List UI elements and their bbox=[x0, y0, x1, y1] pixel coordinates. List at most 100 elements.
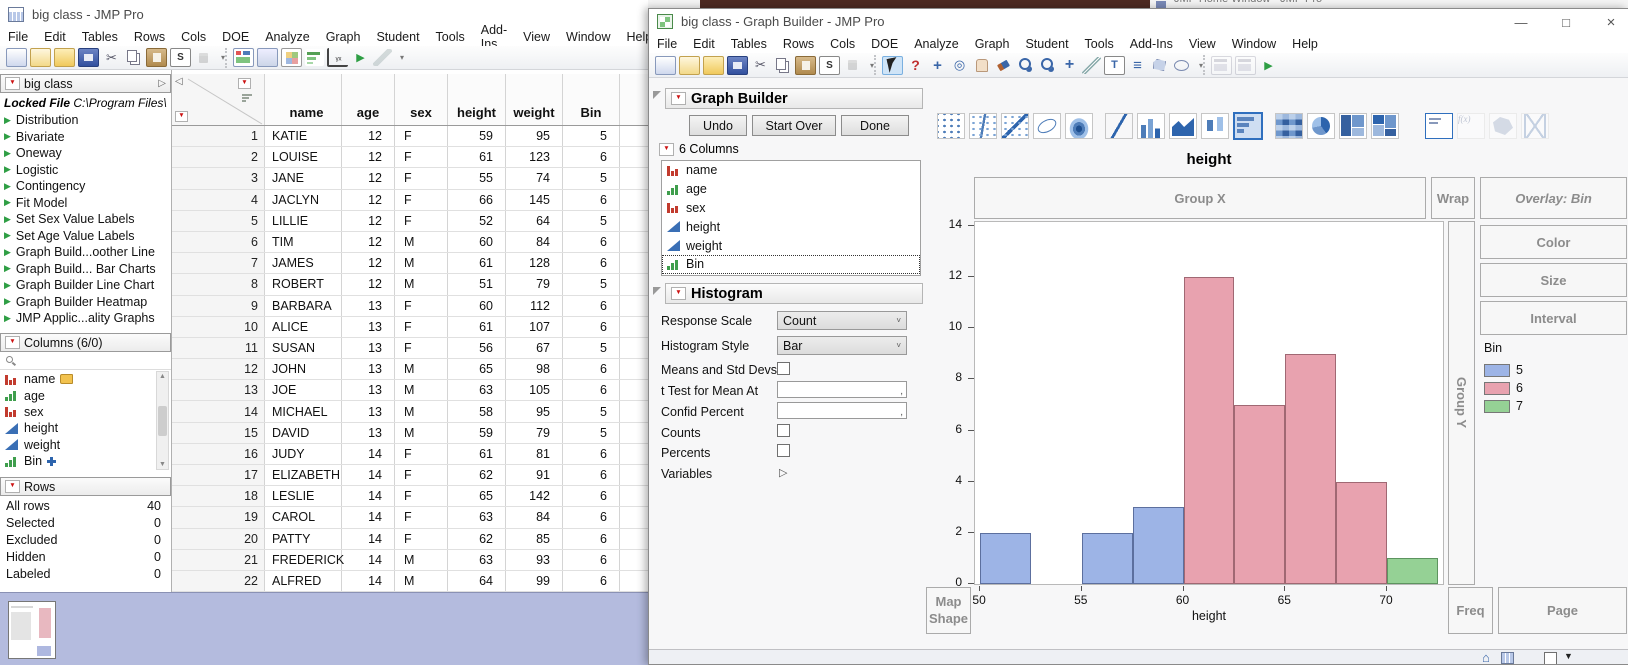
legend-row[interactable]: 6 bbox=[1484, 379, 1624, 397]
toolbar-icon[interactable] bbox=[928, 57, 947, 74]
cell-height[interactable]: 59 bbox=[448, 126, 506, 147]
toolbar-icon[interactable] bbox=[54, 48, 75, 67]
cell-height[interactable]: 61 bbox=[448, 147, 506, 168]
cell-name[interactable]: PATTY bbox=[265, 528, 342, 549]
row-number[interactable]: 9 bbox=[172, 295, 265, 316]
toolbar-icon[interactable] bbox=[773, 57, 792, 74]
histogram-plot[interactable] bbox=[974, 221, 1444, 585]
run-script-icon[interactable]: ▶ bbox=[4, 296, 11, 307]
menu-item[interactable]: Tools bbox=[1077, 35, 1122, 53]
cell-sex[interactable]: M bbox=[395, 253, 448, 274]
cell-height[interactable]: 62 bbox=[448, 465, 506, 486]
column-filter-icon[interactable] bbox=[242, 94, 252, 102]
counts-checkbox[interactable] bbox=[777, 424, 790, 437]
cell-bin[interactable]: 5 bbox=[563, 401, 620, 422]
histogram-bar[interactable] bbox=[1387, 558, 1438, 584]
column-item[interactable]: age bbox=[0, 387, 156, 403]
menu-item[interactable]: Cols bbox=[822, 35, 863, 53]
cell-weight[interactable]: 107 bbox=[506, 316, 563, 337]
cell-bin[interactable]: 6 bbox=[563, 316, 620, 337]
cell-sex[interactable]: F bbox=[395, 295, 448, 316]
row-number[interactable]: 4 bbox=[172, 189, 265, 210]
cell-sex[interactable]: F bbox=[395, 210, 448, 231]
row-number[interactable]: 16 bbox=[172, 443, 265, 464]
cell-age[interactable]: 12 bbox=[342, 147, 395, 168]
menu-item[interactable]: DOE bbox=[214, 28, 257, 46]
column-search[interactable] bbox=[0, 353, 171, 370]
red-triangle-icon[interactable] bbox=[671, 287, 686, 300]
toolbar-icon[interactable] bbox=[1038, 57, 1057, 74]
response-scale-select[interactable]: Count ˅ bbox=[777, 311, 907, 330]
cell-name[interactable]: JACLYN bbox=[265, 189, 342, 210]
palette-icon[interactable] bbox=[937, 113, 965, 139]
legend-row[interactable]: 7 bbox=[1484, 397, 1624, 415]
toolbar-icon[interactable] bbox=[1082, 56, 1102, 74]
done-button[interactable]: Done bbox=[841, 115, 909, 136]
cell-age[interactable]: 14 bbox=[342, 549, 395, 570]
menu-item[interactable]: Rows bbox=[775, 35, 822, 53]
script-item[interactable]: ▶ Fit Model bbox=[0, 195, 171, 212]
cell-name[interactable]: SUSAN bbox=[265, 337, 342, 359]
cell-bin[interactable]: 5 bbox=[563, 274, 620, 295]
row-number[interactable]: 22 bbox=[172, 570, 265, 592]
toolbar-icon[interactable] bbox=[1016, 57, 1035, 74]
script-item[interactable]: ▶ JMP Applic...ality Graphs bbox=[0, 310, 171, 327]
menu-item[interactable]: Analyze bbox=[257, 28, 317, 46]
menu-item[interactable]: Student bbox=[1017, 35, 1076, 53]
row-number[interactable]: 7 bbox=[172, 253, 265, 274]
cell-age[interactable]: 12 bbox=[342, 210, 395, 231]
run-script-icon[interactable]: ▶ bbox=[4, 280, 11, 291]
cell-name[interactable]: ELIZABETH bbox=[265, 465, 342, 486]
palette-icon[interactable] bbox=[1033, 113, 1061, 139]
group-x-zone[interactable]: Group X bbox=[974, 177, 1426, 219]
toolbar-icon[interactable] bbox=[1128, 57, 1147, 74]
scroll-thumb[interactable] bbox=[158, 405, 167, 436]
row-number[interactable]: 11 bbox=[172, 337, 265, 359]
column-item[interactable]: Bin bbox=[0, 453, 156, 469]
cell-weight[interactable]: 128 bbox=[506, 253, 563, 274]
palette-icon[interactable] bbox=[1001, 113, 1029, 139]
row-number[interactable]: 12 bbox=[172, 359, 265, 380]
cell-sex[interactable]: M bbox=[395, 380, 448, 401]
toolbar-icon[interactable] bbox=[233, 48, 255, 67]
cell-name[interactable]: LESLIE bbox=[265, 486, 342, 507]
cell-bin[interactable]: 6 bbox=[563, 295, 620, 316]
confid-percent-input[interactable]: , bbox=[777, 402, 907, 419]
cell-weight[interactable]: 123 bbox=[506, 147, 563, 168]
column-header-sex[interactable]: sex bbox=[395, 74, 448, 125]
palette-icon[interactable] bbox=[1201, 113, 1229, 139]
cell-name[interactable]: ALICE bbox=[265, 316, 342, 337]
menu-item[interactable]: Graph bbox=[318, 28, 369, 46]
column-item[interactable]: height bbox=[0, 420, 156, 436]
cell-age[interactable]: 14 bbox=[342, 443, 395, 464]
toolbar-icon[interactable] bbox=[281, 48, 303, 67]
cell-weight[interactable]: 84 bbox=[506, 231, 563, 253]
menu-item[interactable]: Graph bbox=[967, 35, 1018, 53]
cell-name[interactable]: JOHN bbox=[265, 359, 342, 380]
histogram-bar[interactable] bbox=[1336, 481, 1388, 584]
toolbar-icon[interactable] bbox=[819, 55, 840, 75]
rows-stat[interactable]: Labeled 0 bbox=[0, 565, 171, 582]
menu-item[interactable]: File bbox=[0, 28, 36, 46]
cell-name[interactable]: ROBERT bbox=[265, 274, 342, 295]
cell-height[interactable]: 64 bbox=[448, 570, 506, 592]
status-dropdown-icon[interactable]: ▼ bbox=[1564, 651, 1573, 661]
cell-age[interactable]: 14 bbox=[342, 507, 395, 528]
rows-stat[interactable]: Excluded 0 bbox=[0, 532, 171, 549]
cell-sex[interactable]: F bbox=[395, 443, 448, 464]
cell-age[interactable]: 12 bbox=[342, 274, 395, 295]
toolbar-icon[interactable] bbox=[906, 57, 925, 74]
cell-age[interactable]: 14 bbox=[342, 465, 395, 486]
menu-item[interactable]: Tools bbox=[428, 28, 473, 46]
cell-sex[interactable]: F bbox=[395, 147, 448, 168]
cell-age[interactable]: 12 bbox=[342, 253, 395, 274]
cell-sex[interactable]: M bbox=[395, 359, 448, 380]
toolbar-icon[interactable] bbox=[950, 57, 969, 74]
cell-height[interactable]: 56 bbox=[448, 337, 506, 359]
cell-sex[interactable]: F bbox=[395, 189, 448, 210]
cell-name[interactable]: ALFRED bbox=[265, 570, 342, 592]
cell-bin[interactable]: 6 bbox=[563, 231, 620, 253]
row-number[interactable]: 10 bbox=[172, 316, 265, 337]
row-number[interactable]: 14 bbox=[172, 401, 265, 422]
cell-height[interactable]: 63 bbox=[448, 380, 506, 401]
